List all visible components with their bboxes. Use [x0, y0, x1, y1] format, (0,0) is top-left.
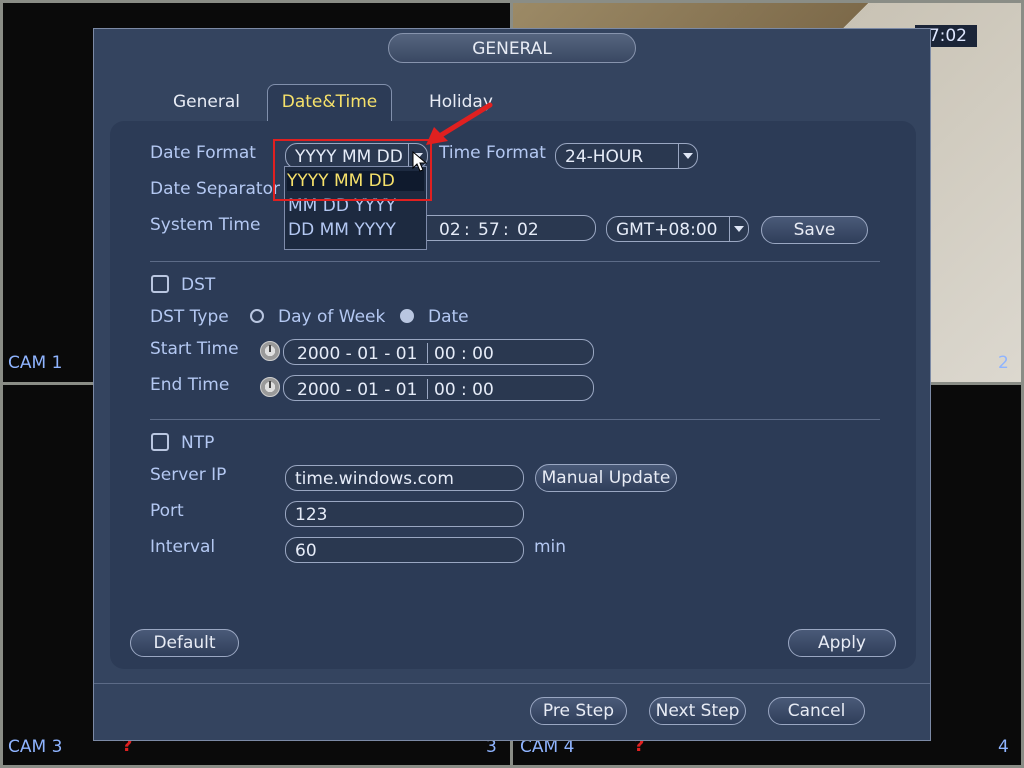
dst-label: DST — [181, 275, 216, 295]
general-settings-dialog: GENERAL General Date&Time Holiday Date F… — [93, 28, 931, 741]
cam4-number: 4 — [998, 737, 1009, 757]
dst-type-date-radio[interactable] — [400, 309, 414, 323]
start-time-field[interactable]: 2000 - 01 - 01 00 : 00 — [283, 339, 594, 365]
dst-type-day-of-week-label: Day of Week — [278, 307, 386, 327]
annotation-highlight-box — [273, 139, 432, 201]
divider — [150, 261, 880, 262]
system-time-hour[interactable]: 02 — [439, 217, 461, 240]
annotation-arrow-icon — [426, 102, 493, 145]
time-colon: : — [503, 220, 509, 240]
end-date-value[interactable]: 2000 - 01 - 01 — [297, 377, 417, 400]
time-format-select[interactable]: 24-HOUR — [555, 143, 698, 169]
start-time-value[interactable]: 00 : 00 — [434, 341, 494, 364]
interval-label: Interval — [150, 537, 216, 557]
system-time-minute[interactable]: 57 — [478, 217, 500, 240]
interval-input[interactable]: 60 — [285, 537, 524, 563]
time-format-value: 24-HOUR — [565, 147, 644, 167]
pre-step-button[interactable]: Pre Step — [530, 697, 627, 725]
ntp-label: NTP — [181, 433, 215, 453]
dialog-title: GENERAL — [388, 33, 636, 63]
end-time-field[interactable]: 2000 - 01 - 01 00 : 00 — [283, 375, 594, 401]
port-label: Port — [150, 501, 184, 521]
dst-checkbox[interactable] — [151, 275, 169, 293]
timezone-value: GMT+08:00 — [616, 220, 718, 240]
cam1-label: CAM 1 — [8, 353, 63, 373]
date-format-label: Date Format — [150, 143, 256, 163]
field-separator — [427, 379, 428, 399]
date-separator-label: Date Separator — [150, 179, 280, 199]
end-time-value[interactable]: 00 : 00 — [434, 377, 494, 400]
time-colon: : — [464, 220, 470, 240]
divider — [150, 419, 880, 420]
tab-general[interactable]: General — [173, 92, 240, 112]
dst-type-day-of-week-radio[interactable] — [250, 309, 264, 323]
save-button[interactable]: Save — [761, 216, 868, 244]
system-time-label: System Time — [150, 215, 261, 235]
field-separator — [427, 343, 428, 363]
default-button[interactable]: Default — [130, 629, 239, 657]
start-date-value[interactable]: 2000 - 01 - 01 — [297, 341, 417, 364]
settings-panel: Date Format YYYY MM DD Time Format 24-HO… — [110, 121, 916, 669]
cancel-button[interactable]: Cancel — [768, 697, 865, 725]
start-time-label: Start Time — [150, 339, 239, 359]
footer-divider — [94, 683, 930, 684]
port-input[interactable]: 123 — [285, 501, 524, 527]
ntp-checkbox[interactable] — [151, 433, 169, 451]
tab-date-time[interactable]: Date&Time — [267, 84, 392, 122]
next-step-button[interactable]: Next Step — [649, 697, 746, 725]
interval-unit: min — [534, 537, 567, 557]
system-time-second[interactable]: 02 — [517, 217, 539, 240]
cam3-label: CAM 3 — [8, 737, 63, 757]
chevron-down-icon[interactable] — [678, 144, 697, 168]
mouse-cursor-icon — [412, 151, 428, 172]
dst-type-label: DST Type — [150, 307, 229, 327]
server-ip-input[interactable]: time.windows.com — [285, 465, 524, 491]
timezone-select[interactable]: GMT+08:00 — [606, 216, 749, 242]
clock-icon — [260, 341, 280, 361]
server-ip-label: Server IP — [150, 465, 227, 485]
clock-icon — [260, 377, 280, 397]
cam2-number: 2 — [998, 353, 1009, 373]
apply-button[interactable]: Apply — [788, 629, 896, 657]
dst-type-date-label: Date — [428, 307, 469, 327]
end-time-label: End Time — [150, 375, 230, 395]
manual-update-button[interactable]: Manual Update — [535, 464, 677, 492]
date-format-option-dd-mm-yyyy[interactable]: DD MM YYYY — [288, 220, 396, 240]
chevron-down-icon[interactable] — [729, 217, 748, 241]
